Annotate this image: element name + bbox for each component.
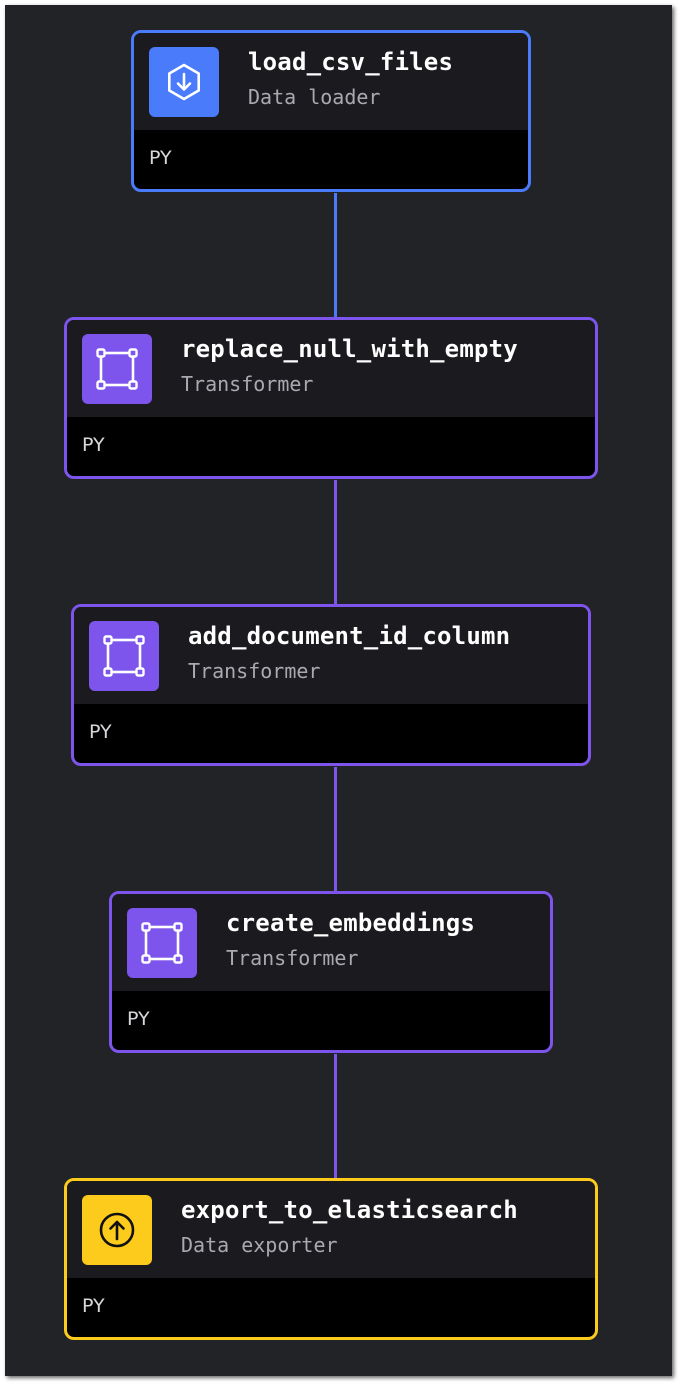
block-language: PY (82, 434, 105, 456)
block-add-document-id-column[interactable]: add_document_id_column Transformer PY (71, 604, 591, 766)
transform-square-icon (127, 908, 197, 978)
block-language: PY (127, 1008, 150, 1030)
block-title: add_document_id_column (188, 622, 511, 650)
block-replace-null-with-empty[interactable]: replace_null_with_empty Transformer PY (64, 317, 598, 479)
download-icon (149, 47, 219, 117)
edge-replace-to-add (334, 480, 337, 606)
edge-create-to-export (334, 1054, 337, 1180)
block-create-embeddings[interactable]: create_embeddings Transformer PY (109, 891, 553, 1053)
block-type: Data exporter (181, 1233, 338, 1257)
block-title: replace_null_with_empty (181, 335, 518, 363)
edge-load-to-replace (334, 193, 337, 319)
block-type: Transformer (226, 946, 359, 970)
block-language: PY (149, 147, 172, 169)
block-title: load_csv_files (248, 48, 454, 76)
pipeline-dependency-graph: load_csv_files Data loader PY replace_nu… (5, 5, 672, 1376)
transform-square-icon (89, 621, 159, 691)
block-title: create_embeddings (226, 909, 476, 937)
block-language: PY (89, 721, 112, 743)
transform-square-icon (82, 334, 152, 404)
block-type: Transformer (181, 372, 314, 396)
block-title: export_to_elasticsearch (181, 1196, 518, 1224)
edge-add-to-create (334, 767, 337, 893)
block-load-csv-files[interactable]: load_csv_files Data loader PY (131, 30, 531, 192)
block-type: Data loader (248, 85, 381, 109)
upload-icon (82, 1195, 152, 1265)
block-export-to-elasticsearch[interactable]: export_to_elasticsearch Data exporter PY (64, 1178, 598, 1340)
block-type: Transformer (188, 659, 321, 683)
block-language: PY (82, 1295, 105, 1317)
